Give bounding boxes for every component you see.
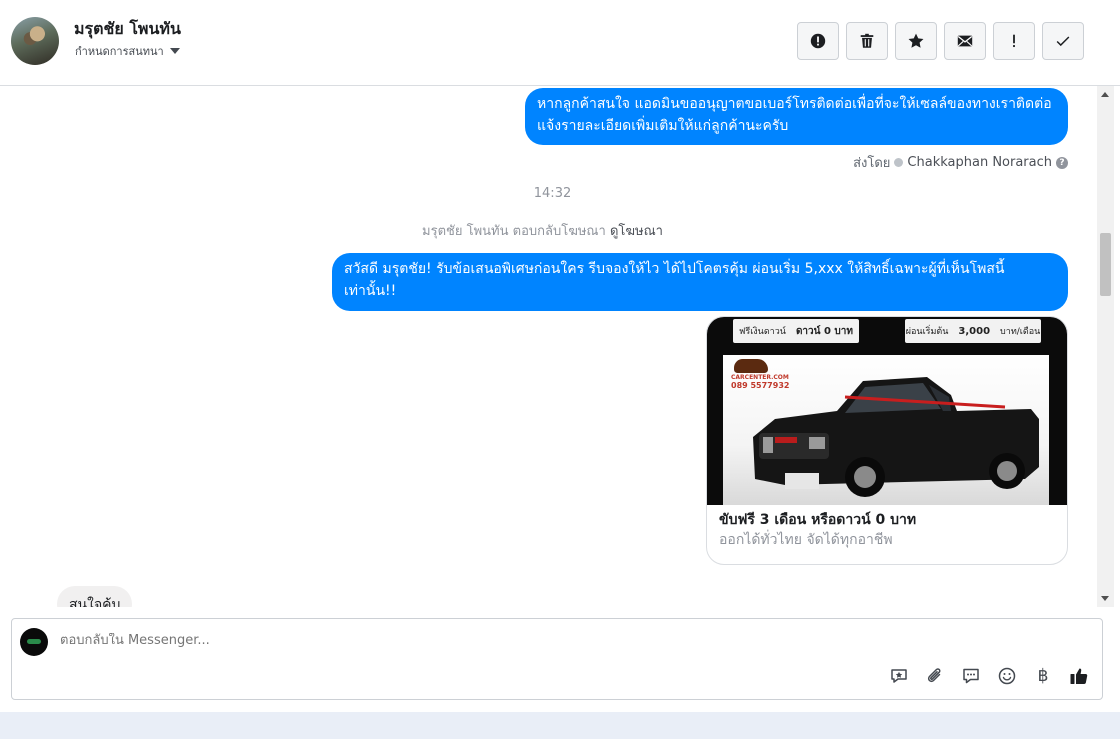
message-timestamp: 14:32 — [533, 186, 572, 201]
promo-text: 3,000 — [958, 325, 991, 337]
baht-icon: ฿ — [1037, 666, 1049, 686]
ad-subtitle: ออกได้ทั่วไทย จัดได้ทุกอาชีพ — [719, 532, 893, 548]
send-like-button[interactable] — [1068, 665, 1090, 687]
payment-button[interactable]: ฿ — [1032, 665, 1054, 687]
help-icon[interactable]: ? — [1056, 156, 1068, 169]
report-spam-button[interactable] — [797, 22, 839, 60]
trash-icon — [860, 33, 874, 48]
scroll-up-icon[interactable] — [1101, 92, 1109, 97]
view-ad-link[interactable]: ดูโฆษณา — [610, 224, 663, 239]
chat-bubble-icon — [963, 668, 979, 684]
star-button[interactable] — [895, 22, 937, 60]
conversation-header: มรุตชัย โพนทัน กำหนดการสนทนา — [0, 0, 1120, 86]
scroll-down-icon[interactable] — [1101, 596, 1109, 601]
attachment-icon — [927, 668, 941, 683]
message-thread[interactable]: หากลูกค้าสนใจ แอดมินขออนุญาตขอเบอร์โทรติ… — [0, 86, 1097, 607]
outgoing-message[interactable]: หากลูกค้าสนใจ แอดมินขออนุญาตขอเบอร์โทรติ… — [525, 88, 1068, 145]
pickup-truck-icon — [753, 377, 1039, 497]
ad-card[interactable]: ฟรีเงินดาวน์ ดาวน์ 0 บาท ผ่อนเริ่มต้น 3,… — [706, 316, 1068, 565]
ad-image: ฟรีเงินดาวน์ ดาวน์ 0 บาท ผ่อนเริ่มต้น 3,… — [707, 317, 1067, 505]
message-templates-button[interactable] — [960, 665, 982, 687]
promo-text: ดาวน์ 0 บาท — [795, 325, 853, 337]
sent-by-line: ส่งโดย Chakkaphan Norarach ? — [853, 152, 1068, 173]
delete-button[interactable] — [846, 22, 888, 60]
star-icon — [908, 33, 924, 48]
outgoing-message[interactable]: สวัสดี มรุตชัย! รับข้อเสนอพิเศษก่อนใคร ร… — [332, 253, 1068, 311]
reply-composer: ฿ — [11, 618, 1103, 700]
promo-banner-down-payment: ฟรีเงินดาวน์ ดาวน์ 0 บาท — [733, 319, 859, 343]
truck-photo: CARCENTER.COM 089 5577932 — [723, 355, 1049, 505]
alert-circle-icon — [810, 33, 826, 49]
promo-unit-text: บาท/เดือน — [1000, 327, 1041, 337]
ad-reply-note: มรุตชัย โพนทัน ตอบกลับโฆษณา ดูโฆษณา — [0, 220, 1085, 241]
follow-up-button[interactable] — [993, 22, 1035, 60]
ad-title[interactable]: ขับฟรี 3 เดือน หรือดาวน์ 0 บาท — [719, 509, 916, 531]
scroll-thumb[interactable] — [1100, 233, 1111, 296]
assign-conversation-label: กำหนดการสนทนา — [75, 45, 164, 58]
saved-reply-button[interactable] — [888, 665, 910, 687]
verified-icon — [894, 158, 904, 167]
reply-input[interactable] — [60, 633, 860, 648]
promo-small-text: ฟรีเงินดาวน์ — [739, 327, 786, 337]
header-actions — [797, 22, 1084, 60]
assign-conversation-dropdown[interactable]: กำหนดการสนทนา — [75, 42, 180, 60]
thumbs-up-icon — [1070, 668, 1088, 684]
car-logo-icon — [27, 639, 41, 644]
exclamation-icon — [1013, 34, 1015, 48]
ad-reply-text: มรุตชัย โพนทัน ตอบกลับโฆษณา — [422, 224, 606, 239]
incoming-message[interactable]: สนใจค้บ — [57, 586, 133, 607]
agent-name: Chakkaphan Norarach — [907, 155, 1052, 170]
mark-unread-button[interactable] — [944, 22, 986, 60]
promo-small-text: ผ่อนเริ่มต้น — [905, 327, 949, 337]
check-icon — [1056, 36, 1070, 47]
emoji-button[interactable] — [996, 665, 1018, 687]
contact-name[interactable]: มรุตชัย โพนทัน — [74, 17, 181, 42]
mark-done-button[interactable] — [1042, 22, 1084, 60]
promo-banner-installment: ผ่อนเริ่มต้น 3,000 บาท/เดือน — [905, 319, 1041, 343]
attach-file-button[interactable] — [924, 665, 946, 687]
composer-tools: ฿ — [888, 665, 1090, 687]
sent-by-label: ส่งโดย — [853, 156, 891, 171]
page-avatar — [20, 628, 48, 656]
caret-down-icon — [169, 48, 180, 54]
contact-avatar[interactable] — [11, 17, 59, 65]
page-footer-background — [0, 712, 1120, 739]
envelope-icon — [957, 35, 973, 47]
saved-reply-icon — [891, 669, 907, 683]
emoji-icon — [998, 667, 1016, 685]
thread-scrollbar[interactable] — [1097, 86, 1114, 607]
